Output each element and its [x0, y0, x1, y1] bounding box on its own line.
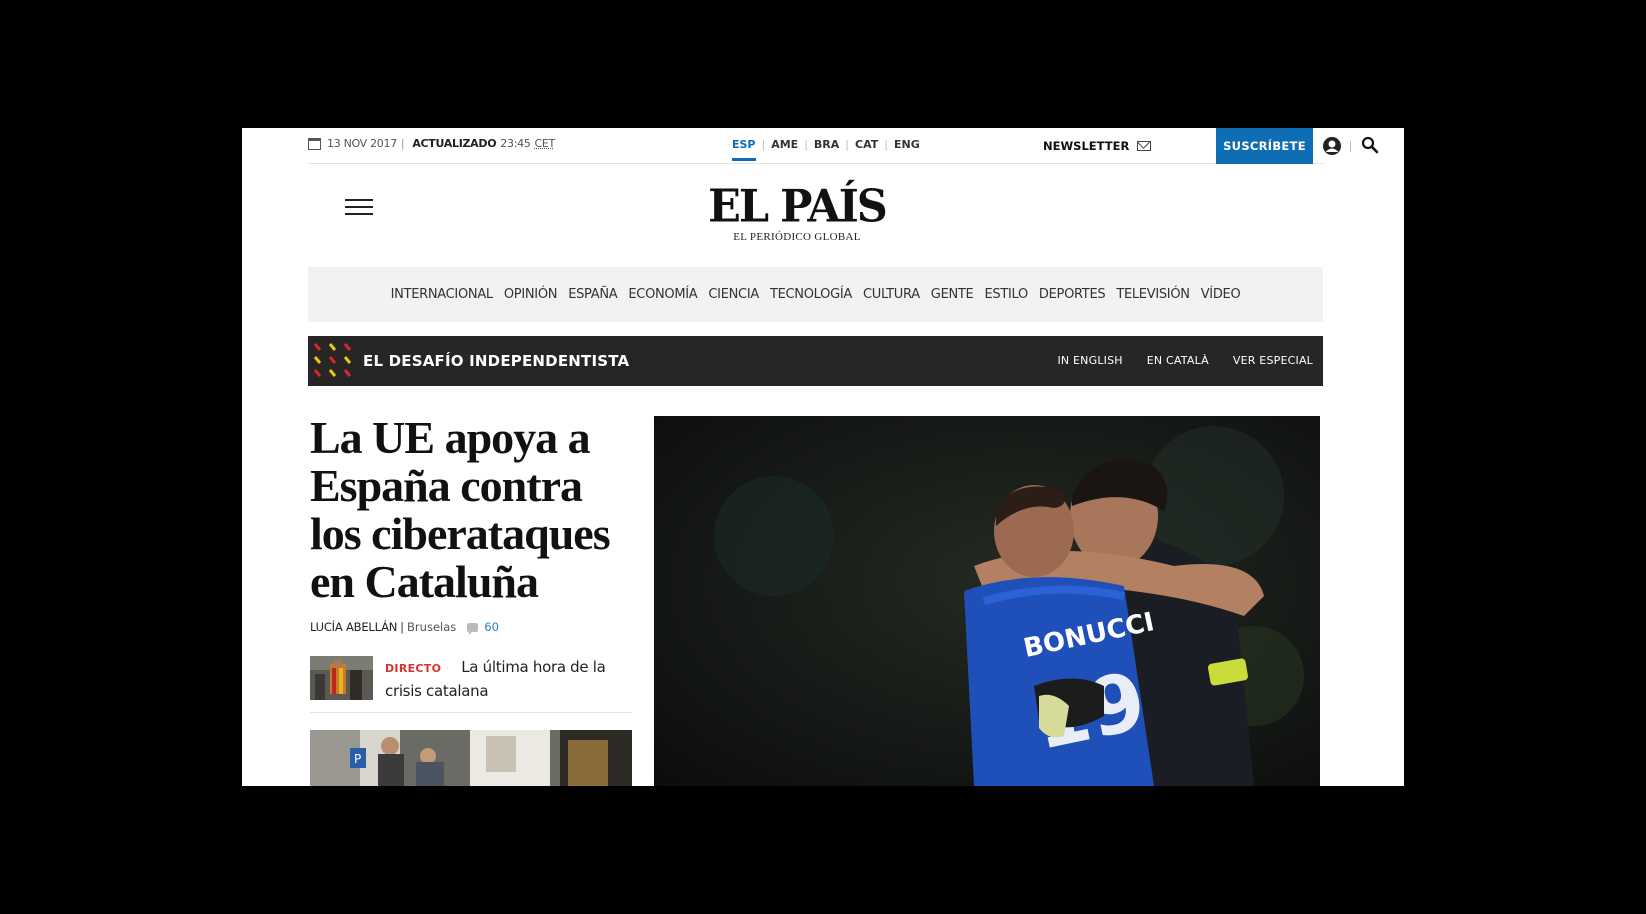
newsletter-label: NEWSLETTER: [1043, 139, 1130, 153]
search-icon[interactable]: [1361, 136, 1379, 154]
mail-icon: [1137, 141, 1152, 151]
nav-item-espana[interactable]: ESPAÑA: [568, 287, 617, 302]
nav-item-estilo[interactable]: ESTILO: [984, 287, 1028, 302]
dateline-location: Bruselas: [407, 620, 457, 634]
link-in-english[interactable]: IN ENGLISH: [1057, 354, 1122, 367]
lead-photo[interactable]: BONUCCI 19: [654, 416, 1320, 786]
updated-time: 23:45: [500, 137, 531, 150]
live-update-item[interactable]: DIRECTO La última hora de la crisis catal…: [310, 656, 632, 713]
nav-item-ciencia[interactable]: CIENCIA: [708, 287, 759, 302]
subscribe-button[interactable]: SUSCRÍBETE: [1216, 128, 1313, 164]
nav-item-cultura[interactable]: CULTURA: [863, 287, 920, 302]
catalan-flag-icon: [313, 343, 352, 377]
nav-item-opinion[interactable]: OPINIÓN: [504, 287, 558, 302]
date-info: 13 NOV 2017 | ACTUALIZADO 23:45 CET: [308, 137, 555, 150]
secondary-story-image[interactable]: P: [310, 730, 632, 786]
logo-name: EL PAÍS: [708, 180, 888, 234]
nav-item-economia[interactable]: ECONOMÍA: [628, 287, 697, 302]
edition-ame[interactable]: AME: [771, 138, 798, 161]
edition-esp[interactable]: ESP: [732, 138, 756, 161]
timezone: CET: [534, 137, 556, 150]
author-name[interactable]: Lucía Abellán: [310, 620, 397, 634]
byline: Lucía Abellán | Bruselas 60: [310, 620, 499, 635]
user-icon[interactable]: [1322, 136, 1342, 156]
live-tag: DIRECTO: [385, 662, 442, 675]
menu-icon[interactable]: [345, 199, 373, 215]
comment-count[interactable]: 60: [484, 620, 499, 634]
top-bar: 13 NOV 2017 | ACTUALIZADO 23:45 CET ESP …: [308, 128, 1379, 164]
date-text: 13 NOV 2017: [327, 137, 397, 150]
edition-selector: ESP | AME | BRA | CAT | ENG: [732, 138, 920, 161]
link-ver-especial[interactable]: VER ESPECIAL: [1233, 354, 1313, 367]
updated-label: ACTUALIZADO: [412, 137, 497, 150]
link-en-catala[interactable]: EN CATALÀ: [1147, 354, 1209, 367]
nav-item-gente[interactable]: GENTE: [931, 287, 974, 302]
nav-item-video[interactable]: VÍDEO: [1201, 287, 1241, 302]
nav-item-internacional[interactable]: INTERNACIONAL: [391, 287, 494, 302]
lead-headline[interactable]: La UE apoya a España contra los ciberata…: [310, 414, 630, 606]
calendar-icon: [308, 137, 321, 150]
edition-bra[interactable]: BRA: [814, 138, 839, 161]
edition-eng[interactable]: ENG: [894, 138, 920, 161]
live-thumbnail[interactable]: [310, 656, 373, 700]
comment-icon: [467, 622, 479, 635]
edition-cat[interactable]: CAT: [855, 138, 878, 161]
special-title[interactable]: EL DESAFÍO INDEPENDENTISTA: [363, 352, 629, 370]
special-coverage-bar: EL DESAFÍO INDEPENDENTISTA IN ENGLISH EN…: [308, 336, 1323, 386]
page: 13 NOV 2017 | ACTUALIZADO 23:45 CET ESP …: [242, 128, 1404, 786]
newsletter-link[interactable]: NEWSLETTER: [1043, 139, 1152, 153]
site-logo[interactable]: EL PAÍS EL PERIÓDICO GLOBAL: [697, 180, 897, 243]
nav-item-television[interactable]: TELEVISIÓN: [1116, 287, 1190, 302]
svg-text:P: P: [354, 752, 361, 766]
nav-item-deportes[interactable]: DEPORTES: [1039, 287, 1106, 302]
special-links: IN ENGLISH EN CATALÀ VER ESPECIAL: [1057, 354, 1313, 367]
nav-item-tecnologia[interactable]: TECNOLOGÍA: [770, 287, 852, 302]
section-nav: INTERNACIONAL OPINIÓN ESPAÑA ECONOMÍA CI…: [308, 267, 1323, 322]
live-text: DIRECTO La última hora de la crisis catal…: [385, 656, 625, 703]
